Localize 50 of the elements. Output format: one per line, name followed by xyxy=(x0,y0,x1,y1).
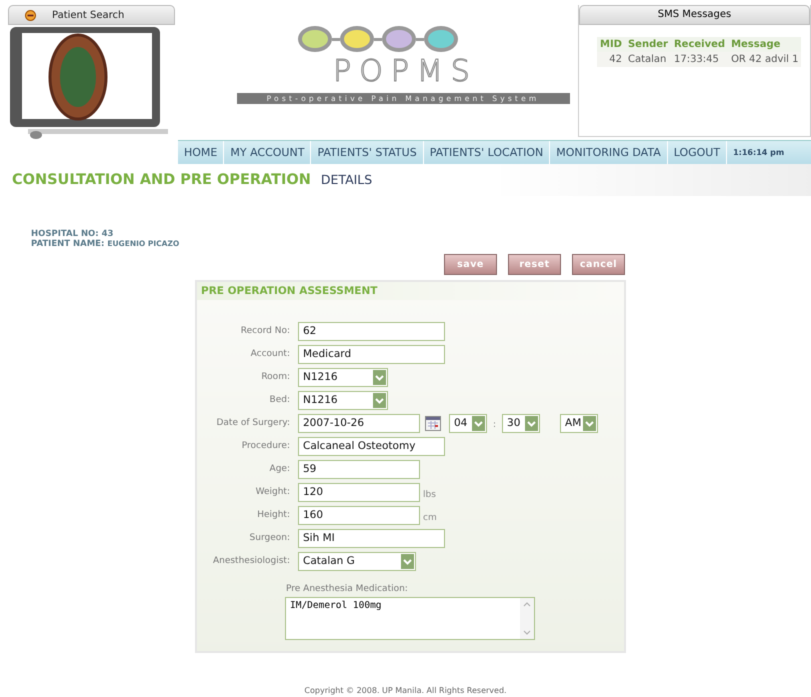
scrollbar-icon xyxy=(520,598,534,639)
clock: 1:16:14 pm xyxy=(732,147,784,159)
calendar-icon[interactable] xyxy=(425,416,441,430)
date-field[interactable]: 2007-10-26 xyxy=(298,414,420,432)
page-title: CONSULTATION AND PRE OPERATION xyxy=(12,172,311,188)
field-label: Account: xyxy=(250,349,291,359)
text-field[interactable]: 59 xyxy=(298,460,420,478)
patient-search-tab[interactable]: Patient Search xyxy=(8,5,175,25)
field-label: Height: xyxy=(256,510,291,520)
ampm-select[interactable]: AM xyxy=(560,414,598,432)
field-label: Date of Surgery: xyxy=(215,418,291,428)
field-label: Pre Anesthesia Medication: xyxy=(286,584,409,594)
minute-select[interactable]: 30 xyxy=(502,414,540,432)
text-field[interactable]: 120 xyxy=(298,482,420,502)
logo-icon xyxy=(298,26,458,52)
field-label: Room: xyxy=(260,372,291,382)
unit-label: lbs xyxy=(423,490,436,500)
column-header: Received xyxy=(670,37,728,52)
unit-label: cm xyxy=(423,513,437,523)
text-field[interactable]: Sih MI xyxy=(298,528,445,548)
field-label: Age: xyxy=(268,464,291,474)
text-field[interactable]: 160 xyxy=(298,506,420,524)
select-field[interactable]: N1216 xyxy=(298,368,388,386)
table-cell: OR 42 advil 1 xyxy=(728,52,802,67)
hour-select[interactable]: 04 xyxy=(449,414,487,432)
table-cell: 42 xyxy=(597,52,625,67)
text-field[interactable]: Medicard xyxy=(298,344,445,364)
text-field[interactable]: 62 xyxy=(298,322,445,340)
page-subtitle: DETAILS xyxy=(320,172,372,187)
column-header: Sender xyxy=(624,37,671,52)
hospital-number: HOSPITAL NO: 43 xyxy=(31,229,114,239)
collapse-icon[interactable] xyxy=(25,10,36,20)
column-header: MID xyxy=(597,37,625,52)
logo-text: POPMS xyxy=(333,54,478,89)
field-label: Weight: xyxy=(254,487,291,497)
textarea-field[interactable]: IM/Demerol 100mg xyxy=(285,597,535,640)
field-label: Bed: xyxy=(268,395,291,405)
select-field[interactable]: Catalan G xyxy=(298,552,416,570)
field-label: Anesthesiologist: xyxy=(212,556,291,566)
table-cell: 17:33:45 xyxy=(670,52,728,67)
copyright-text: Copyright © 2008. UP Manila. All Rights Reserved. xyxy=(303,686,508,695)
select-field[interactable]: N1216 xyxy=(298,390,388,410)
field-label: Surgeon: xyxy=(248,533,291,543)
field-label: Record No: xyxy=(240,326,291,336)
table-cell: Catalan xyxy=(624,52,671,67)
field-label: Procedure: xyxy=(240,441,291,451)
panel-title: SMS Messages xyxy=(579,5,810,25)
time-separator: : xyxy=(493,420,496,430)
text-field[interactable]: Calcaneal Osteotomy xyxy=(298,436,445,456)
column-header: Message xyxy=(728,37,802,52)
